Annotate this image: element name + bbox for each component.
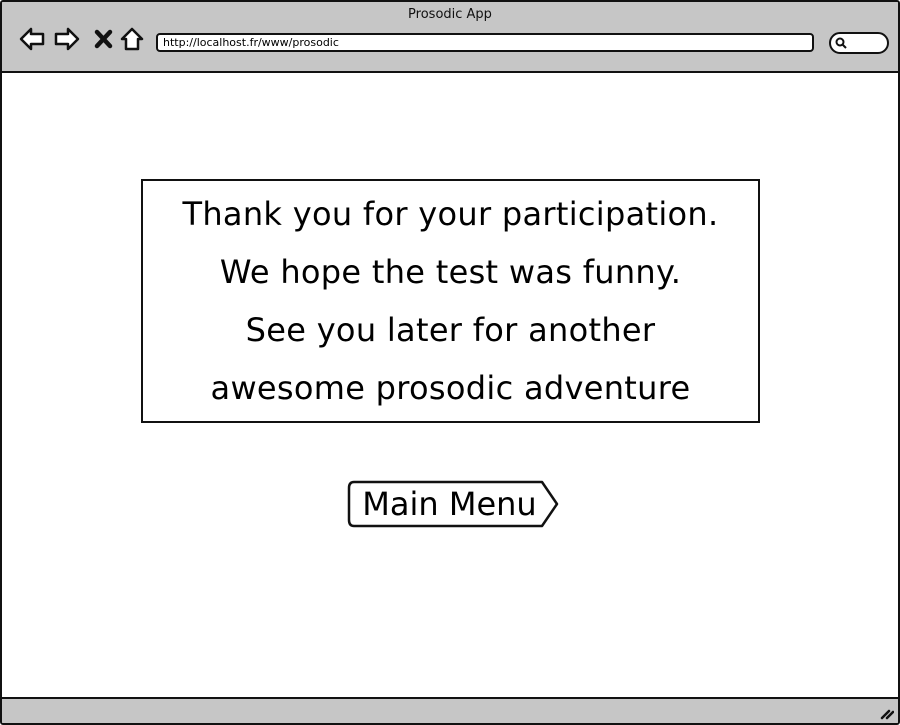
status-bar xyxy=(2,697,898,723)
search-icon xyxy=(835,37,847,49)
main-menu-button-label: Main Menu xyxy=(362,485,537,523)
message-line-3: See you later for another xyxy=(245,311,656,349)
window-title: Prosodic App xyxy=(408,7,492,22)
url-input[interactable]: http://localhost.fr/www/prosodic xyxy=(156,33,814,52)
close-icon[interactable] xyxy=(90,25,118,53)
home-icon[interactable] xyxy=(118,25,146,53)
thank-you-message-box: Thank you for your participation. We hop… xyxy=(141,179,760,423)
resize-grip-icon[interactable] xyxy=(878,704,894,720)
browser-window: Prosodic App http://localhost.fr/www/pro… xyxy=(0,0,900,725)
browser-toolbar: Prosodic App http://localhost.fr/www/pro… xyxy=(2,2,898,73)
search-input[interactable] xyxy=(829,32,889,54)
forward-arrow-icon[interactable] xyxy=(53,25,81,53)
main-menu-button[interactable]: Main Menu xyxy=(346,480,560,528)
message-line-1: Thank you for your participation. xyxy=(182,195,719,233)
back-arrow-icon[interactable] xyxy=(18,25,46,53)
message-line-2: We hope the test was funny. xyxy=(219,253,682,291)
message-line-4: awesome prosodic adventure xyxy=(210,369,691,407)
